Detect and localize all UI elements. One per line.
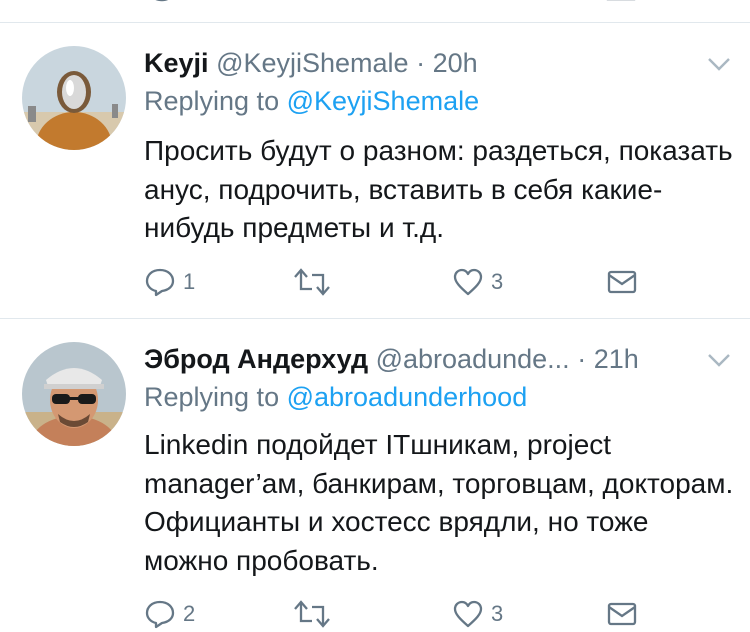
mention-link[interactable]: @abroadunderhood [287,382,528,412]
avatar[interactable] [22,342,126,446]
replying-to: Replying to @abroadunderhood [144,380,527,414]
direct-message-button[interactable] [606,264,638,300]
retweet-icon [294,600,330,628]
previous-tweet-cropped-actions [0,0,750,22]
separator-dot: · [416,48,426,78]
like-count: 3 [491,269,504,294]
timestamp[interactable]: 21h [594,344,639,374]
mention-link[interactable]: @KeyjiShemale [287,86,480,116]
reply-button[interactable]: 2 [144,596,195,632]
action-bar: 1 3 [144,264,644,300]
reply-icon [155,0,168,2]
separator-dot: · [577,344,587,374]
user-handle[interactable]: @abroadunde... [376,344,570,374]
avatar-masked-person-icon [22,46,126,150]
tweet-header: Keyji @KeyjiShemale · 20h [144,46,478,80]
heart-icon [453,268,483,296]
like-button[interactable]: 3 [452,596,503,632]
reply-button[interactable]: 1 [144,264,195,300]
reply-count: 2 [183,601,196,626]
retweet-icon [452,0,482,2]
like-count: 3 [491,601,504,626]
tweet-text: Linkedin подойдет ITшникам, project mana… [144,429,734,576]
tweet-header: Эброд Андерхуд @abroadunde... · 21h [144,342,639,376]
avatar[interactable] [22,46,126,150]
retweet-button[interactable] [292,264,339,300]
retweet-icon [294,268,330,296]
direct-message-button[interactable] [606,596,638,632]
tweet[interactable]: Keyji @KeyjiShemale · 20h Replying to @K… [0,22,750,318]
reply-count: 1 [183,269,196,294]
envelope-icon [607,270,637,294]
message-icon [606,0,636,1]
chevron-down-icon[interactable] [706,352,732,368]
replying-prefix: Replying to [144,86,280,116]
like-button[interactable]: 3 [452,264,503,300]
reply-icon [145,268,175,297]
user-handle[interactable]: @KeyjiShemale [216,48,409,78]
display-name[interactable]: Keyji [144,48,209,78]
chevron-down-icon[interactable] [706,56,732,72]
reply-icon [145,600,175,629]
tweet[interactable]: Эброд Андерхуд @abroadunde... · 21h Repl… [0,318,750,631]
envelope-icon [607,602,637,626]
display-name[interactable]: Эброд Андерхуд [144,344,368,374]
tweet-text: Просить будут о разном: раздеться, показ… [144,135,733,243]
avatar-man-sunglasses-icon [22,342,126,446]
replying-prefix: Replying to [144,382,280,412]
timestamp[interactable]: 20h [433,48,478,78]
action-bar: 2 3 [144,596,644,632]
retweet-button[interactable] [292,596,339,632]
heart-icon [453,600,483,628]
replying-to: Replying to @KeyjiShemale [144,84,479,118]
